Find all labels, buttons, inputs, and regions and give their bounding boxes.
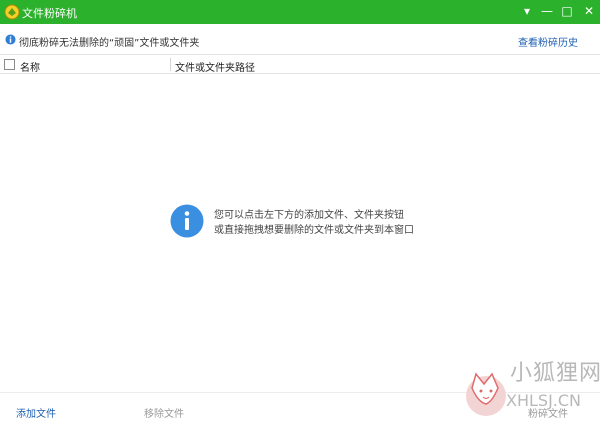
add-file-button[interactable]: 添加文件 [16, 405, 56, 420]
menu-dropdown-button[interactable]: ▾ [516, 0, 538, 22]
column-header-name[interactable]: 名称 [20, 59, 40, 74]
empty-state-hint-line-1: 您可以点击左下方的添加文件、文件夹按钮 [214, 210, 404, 221]
info-icon [170, 204, 204, 238]
watermark-text-cn: 小狐狸网 [510, 361, 600, 386]
remove-file-button[interactable]: 移除文件 [144, 405, 184, 420]
column-header-path[interactable]: 文件或文件夹路径 [175, 59, 255, 74]
maximize-button[interactable]: □ [556, 0, 578, 22]
table-header: 名称 文件或文件夹路径 [0, 54, 600, 74]
info-text: 彻底粉碎无法删除的“顽固”文件或文件夹 [19, 38, 200, 49]
info-bar: 彻底粉碎无法删除的“顽固”文件或文件夹 查看粉碎历史 [0, 24, 600, 54]
column-divider[interactable] [170, 58, 171, 71]
view-shred-history-link[interactable]: 查看粉碎历史 [518, 34, 578, 49]
window-title: 文件粉碎机 [22, 7, 77, 20]
minimize-button[interactable]: — [536, 0, 558, 22]
watermark-text-en: XHLSJ.CN [506, 391, 582, 410]
close-button[interactable]: ✕ [578, 0, 600, 22]
file-list-drop-area[interactable]: 您可以点击左下方的添加文件、文件夹按钮 或直接拖拽想要删除的文件或文件夹到本窗口 [0, 74, 600, 392]
title-bar: 文件粉碎机 ▾ — □ ✕ [0, 0, 600, 24]
select-all-checkbox[interactable] [4, 59, 15, 70]
info-icon [5, 34, 16, 45]
app-logo-icon [4, 4, 20, 20]
empty-state-hint-line-2: 或直接拖拽想要删除的文件或文件夹到本窗口 [214, 225, 414, 236]
